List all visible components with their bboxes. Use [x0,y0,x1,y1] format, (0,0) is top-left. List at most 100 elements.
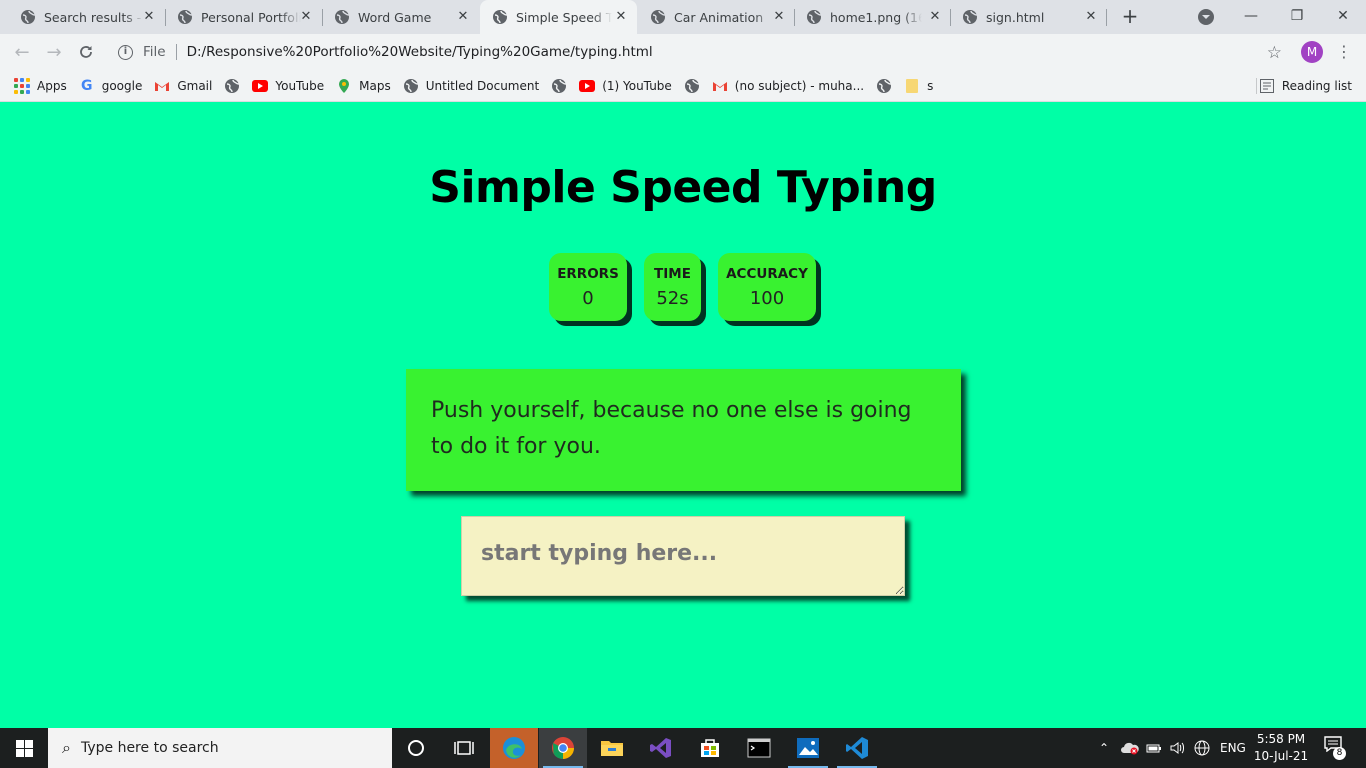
reload-icon [80,46,92,58]
show-hidden-icons-icon[interactable]: ⌃ [1096,741,1112,755]
language-indicator[interactable]: ENG [1220,741,1246,755]
apps-grid-icon [14,77,30,94]
accuracy-value: 100 [749,288,785,309]
tab-word-game[interactable]: Word Game ✕ [314,0,479,34]
tab-home1-png[interactable]: home1.png (1600 ✕ [786,0,951,34]
terminal-app[interactable] [735,728,783,768]
file-label: File [143,44,166,60]
tab-search-results[interactable]: Search results - m ✕ [0,0,165,34]
reload-button[interactable] [74,40,98,64]
volume-icon[interactable] [1170,741,1186,755]
bookmark-globe[interactable] [678,72,706,100]
search-icon: ⌕ [62,738,71,757]
chrome-app[interactable] [539,728,587,768]
globe-icon [651,10,666,24]
onedrive-icon[interactable] [1120,741,1140,755]
close-icon[interactable]: ✕ [613,9,629,25]
info-icon[interactable]: i [118,44,133,60]
action-center-button[interactable]: 8 [1320,736,1346,760]
bookmark-label: (1) YouTube [602,78,672,93]
store-icon [701,739,719,757]
minimize-button[interactable]: — [1228,0,1274,32]
bookmarks-bar: Apps G google Gmail YouTube Maps Untitle… [0,70,1366,102]
address-bar[interactable]: i File D:/Responsive%20Portfolio%20Websi… [108,38,1294,66]
battery-icon[interactable] [1146,742,1162,754]
bookmark-globe[interactable] [545,72,573,100]
tab-title: Simple Speed Typing [516,9,612,25]
close-icon[interactable]: ✕ [455,9,471,25]
bookmark-label: (no subject) - muha... [734,78,865,93]
close-icon[interactable]: ✕ [1083,9,1099,25]
restore-button[interactable]: ❐ [1274,0,1320,32]
edge-app[interactable] [490,728,538,768]
bookmark-label: Apps [37,78,67,93]
task-view-icon [454,741,474,755]
folder-icon [906,78,919,93]
task-view-button[interactable] [440,728,488,768]
photos-icon [797,738,819,758]
menu-dots-icon[interactable]: ⋮ [1334,42,1354,62]
globe-icon [963,10,978,24]
tab-strip: Search results - m ✕ Personal Portfolio … [0,0,1366,34]
file-explorer-app[interactable] [588,728,636,768]
close-icon[interactable]: ✕ [298,9,314,25]
bookmark-gmail-no-subject[interactable]: (no subject) - muha... [706,72,870,100]
photos-app[interactable] [784,728,832,768]
bookmark-label: Maps [359,78,391,93]
tab-search-icon[interactable] [1198,9,1214,25]
youtube-icon [252,79,269,92]
bookmark-globe[interactable] [870,72,898,100]
vscode-app[interactable] [833,728,881,768]
tab-simple-speed-typing[interactable]: Simple Speed Typing ✕ [480,0,637,34]
close-window-button[interactable]: ✕ [1320,0,1366,32]
bookmark-folder-s[interactable]: s [898,72,939,100]
bookmark-youtube[interactable]: YouTube [246,72,330,100]
bookmark-google[interactable]: G google [73,72,149,100]
page-content: Simple Speed Typing ERRORS 0 TIME 52s AC… [0,102,1366,728]
globe-icon [21,10,36,24]
visual-studio-app[interactable] [637,728,685,768]
bookmark-youtube-1[interactable]: (1) YouTube [573,72,678,100]
chrome-icon [552,737,574,759]
url-text[interactable]: D:/Responsive%20Portfolio%20Website/Typi… [187,44,653,60]
cortana-icon [408,740,424,756]
reading-list-icon [1259,79,1274,93]
bookmark-globe[interactable] [218,72,246,100]
maps-icon [339,78,350,93]
tab-personal-portfolio[interactable]: Personal Portfolio ✕ [157,0,322,34]
system-clock[interactable]: 5:58 PM 10-Jul-21 [1252,731,1310,765]
time-stat: TIME 52s [644,253,701,321]
new-tab-button[interactable]: + [1119,6,1141,28]
bookmark-gmail[interactable]: Gmail [148,72,218,100]
folder-icon [601,741,623,756]
gmail-icon [155,81,170,91]
start-button[interactable] [0,728,48,768]
bookmark-apps[interactable]: Apps [8,72,73,100]
reading-list-button[interactable]: Reading list [1259,72,1352,100]
bookmark-maps[interactable]: Maps [330,72,397,100]
bookmark-star-icon[interactable]: ☆ [1267,43,1282,63]
globe-icon [684,78,699,93]
vscode-icon [846,737,868,759]
microsoft-store-app[interactable] [686,728,734,768]
typing-input[interactable] [461,516,905,596]
forward-button[interactable]: → [42,40,66,64]
taskbar-search[interactable]: ⌕ Type here to search [48,728,392,768]
errors-label: ERRORS [557,266,619,282]
close-icon[interactable]: ✕ [771,9,787,25]
profile-avatar[interactable]: M [1301,41,1323,63]
close-icon[interactable]: ✕ [927,9,943,25]
bookmark-label: Untitled Document [425,78,540,93]
back-button[interactable]: ← [10,40,34,64]
tab-title: Search results - m [44,9,144,25]
edge-icon [503,737,525,759]
tab-car-animation[interactable]: Car Animation ✕ [630,0,795,34]
close-icon[interactable]: ✕ [141,9,157,25]
system-tray: ⌃ ENG [1096,728,1246,768]
tab-sign-html[interactable]: sign.html ✕ [942,0,1107,34]
network-globe-icon[interactable] [1194,740,1210,756]
cortana-button[interactable] [392,728,440,768]
tab-title: sign.html [986,9,1045,25]
globe-icon [178,10,193,24]
bookmark-untitled-document[interactable]: Untitled Document [397,72,545,100]
